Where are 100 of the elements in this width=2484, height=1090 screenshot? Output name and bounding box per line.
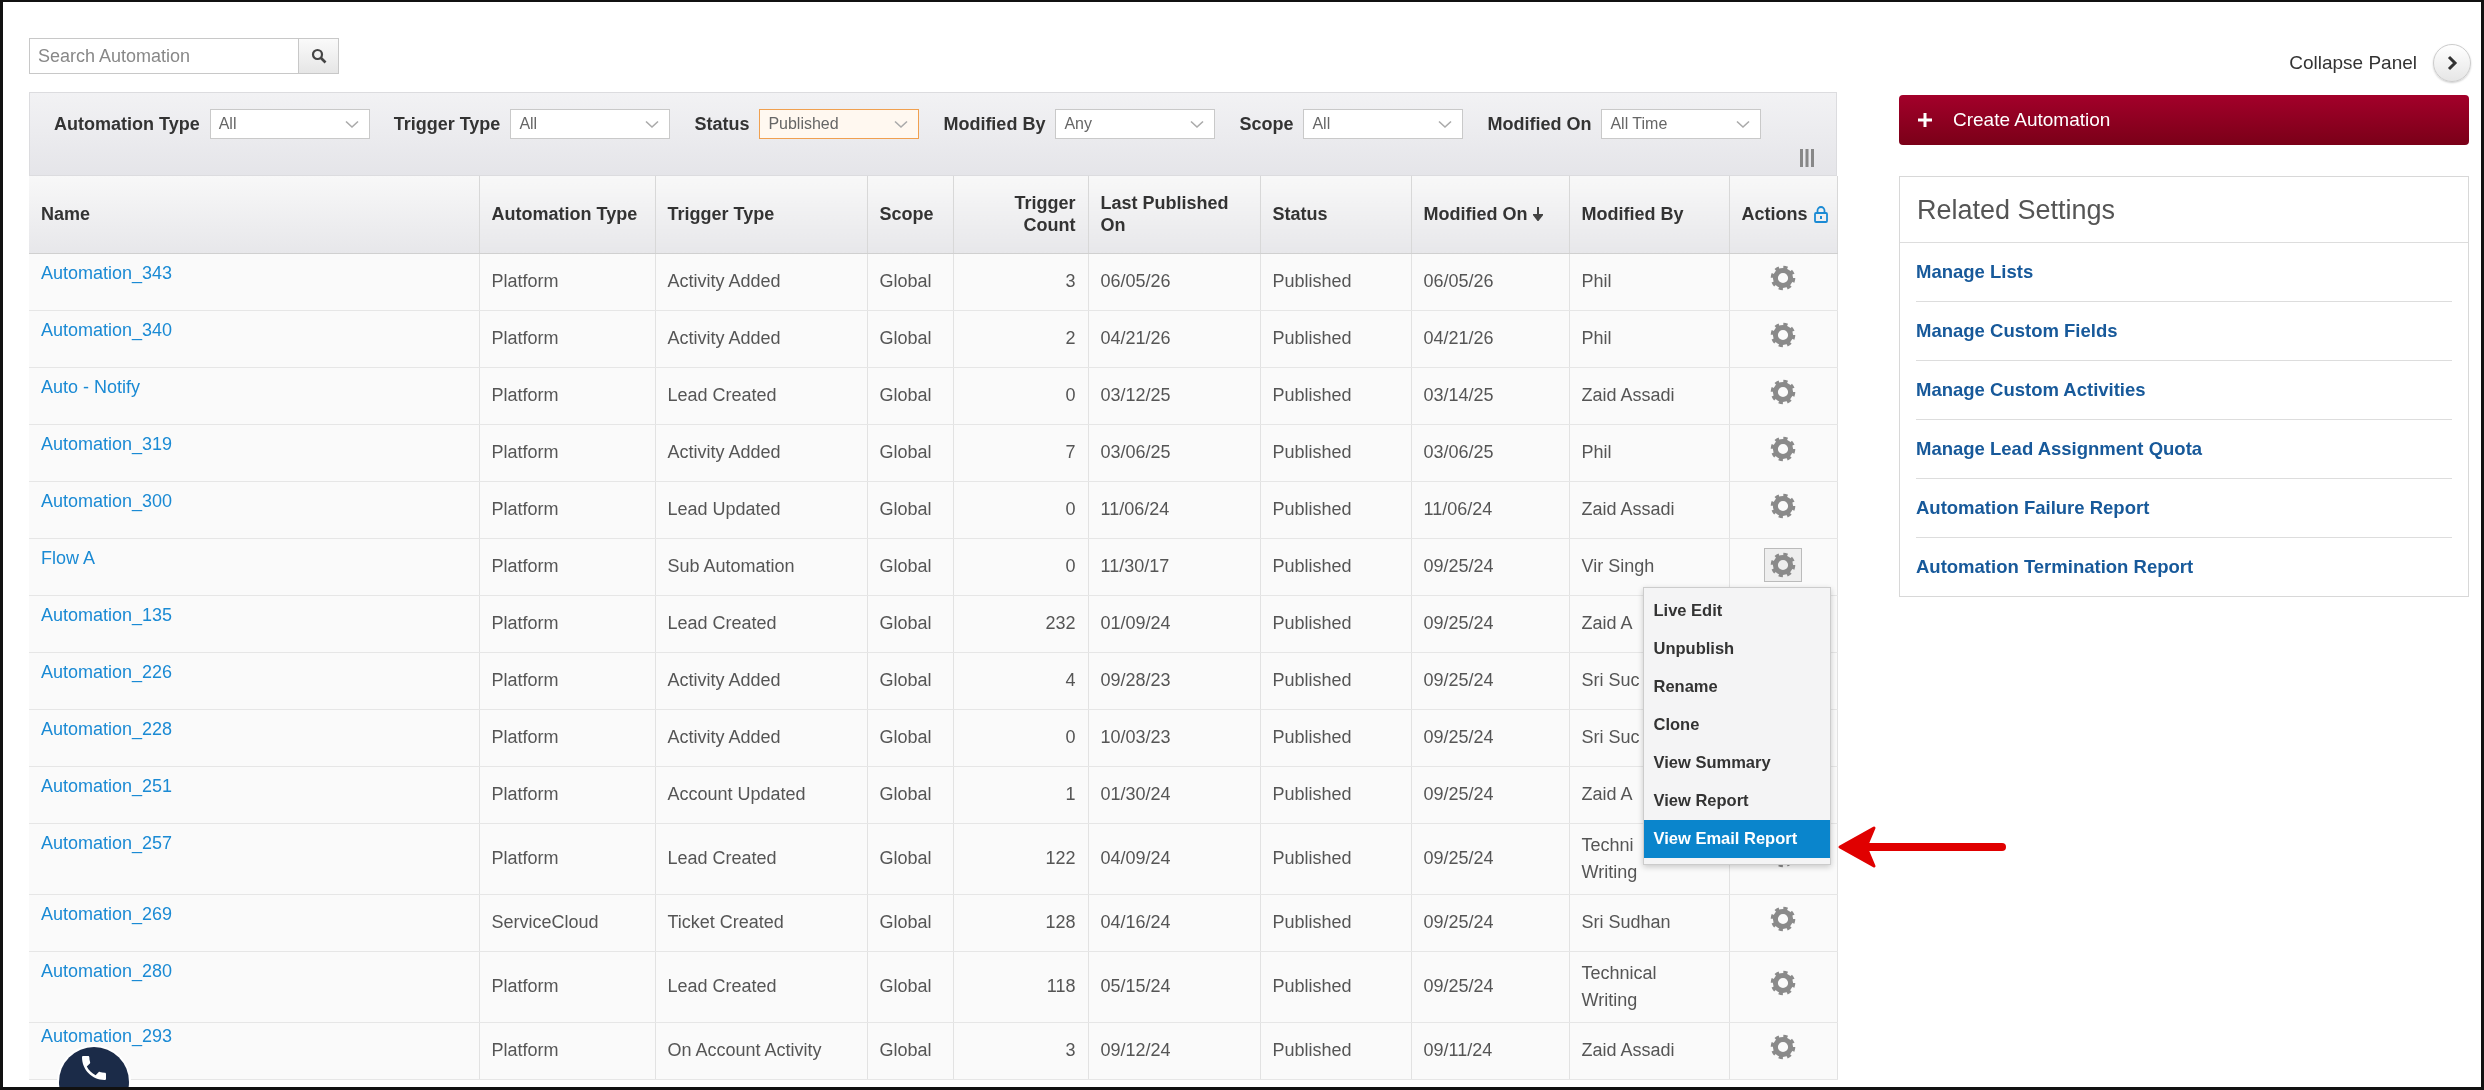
- table-cell: 04/21/26: [1411, 310, 1569, 367]
- table-cell: 03/14/25: [1411, 367, 1569, 424]
- table-cell: Platform: [479, 538, 655, 595]
- table-cell: Platform: [479, 652, 655, 709]
- table-cell: Global: [867, 823, 953, 894]
- table-cell: 122: [953, 823, 1088, 894]
- table-cell-text: Zaid A: [1581, 612, 1634, 636]
- table-cell: 0: [953, 481, 1088, 538]
- table-cell: 0: [953, 367, 1088, 424]
- table-cell: 06/05/26: [1088, 253, 1260, 310]
- header-label: Actions: [1741, 203, 1808, 226]
- table-cell: 3: [953, 1022, 1088, 1079]
- table-cell: 4: [953, 652, 1088, 709]
- table-cell-text: Sri Sudhan: [1581, 911, 1672, 935]
- table-cell: 01/09/24: [1088, 595, 1260, 652]
- collapse-panel-label: Collapse Panel: [2289, 52, 2417, 74]
- table-cell: Platform: [479, 253, 655, 310]
- dropdown-value: Published: [768, 115, 839, 133]
- table-cell-text: Zaid Assadi: [1581, 384, 1676, 408]
- table-cell: Platform: [479, 595, 655, 652]
- table-cell-text: Phil: [1581, 270, 1613, 294]
- table-cell: 0: [953, 709, 1088, 766]
- table-cell: 09/25/24: [1411, 709, 1569, 766]
- table-cell: Published: [1260, 894, 1411, 951]
- table-cell: 05/15/24: [1088, 951, 1260, 1022]
- table-cell: Published: [1260, 709, 1411, 766]
- table-cell: Platform: [479, 481, 655, 538]
- dropdown-value: All: [218, 115, 237, 133]
- table-cell: Activity Added: [655, 424, 867, 481]
- table-cell-text: Sri Suc: [1581, 726, 1641, 750]
- table-cell: Published: [1260, 367, 1411, 424]
- table-cell: 09/25/24: [1411, 823, 1569, 894]
- table-cell: Platform: [479, 709, 655, 766]
- table-cell: Published: [1260, 951, 1411, 1022]
- table-cell: 03/06/25: [1088, 424, 1260, 481]
- table-cell: Global: [867, 595, 953, 652]
- filter-label: Modified By: [943, 113, 1046, 135]
- table-cell: 03/12/25: [1088, 367, 1260, 424]
- table-cell: Activity Added: [655, 310, 867, 367]
- table-cell: Platform: [479, 367, 655, 424]
- table-cell: 128: [953, 894, 1088, 951]
- table-cell: Global: [867, 367, 953, 424]
- table-cell: Published: [1260, 424, 1411, 481]
- table-cell: Global: [867, 424, 953, 481]
- table-cell: Published: [1260, 595, 1411, 652]
- table-cell: 11/30/17: [1088, 538, 1260, 595]
- table-cell-text: Zaid Assadi: [1581, 498, 1676, 522]
- table-cell-text: Vir Singh: [1581, 555, 1656, 579]
- table-cell: 09/25/24: [1411, 766, 1569, 823]
- table-cell: 2: [953, 310, 1088, 367]
- table-cell: Published: [1260, 1022, 1411, 1079]
- table-cell: 01/30/24: [1088, 766, 1260, 823]
- table-cell: Lead Created: [655, 951, 867, 1022]
- table-cell: 0: [953, 538, 1088, 595]
- table-cell-text: Phil: [1581, 327, 1613, 351]
- table-cell: 04/16/24: [1088, 894, 1260, 951]
- table-cell: 09/28/23: [1088, 652, 1260, 709]
- table-cell-text: Phil: [1581, 441, 1613, 465]
- table-cell: 04/21/26: [1088, 310, 1260, 367]
- table-cell: 04/09/24: [1088, 823, 1260, 894]
- table-cell: Sub Automation: [655, 538, 867, 595]
- table-cell: Published: [1260, 766, 1411, 823]
- filter-label: Status: [694, 113, 750, 135]
- table-cell: 7: [953, 424, 1088, 481]
- dropdown-value: All: [519, 115, 538, 133]
- table-cell-text: Technical Writing: [1581, 961, 1658, 1012]
- table-cell: Activity Added: [655, 709, 867, 766]
- table-cell: 3: [953, 253, 1088, 310]
- table-cell: Global: [867, 766, 953, 823]
- table-cell-text: Sri Suc: [1581, 669, 1641, 693]
- table-cell: Global: [867, 253, 953, 310]
- table-cell: Published: [1260, 538, 1411, 595]
- table-cell: Global: [867, 310, 953, 367]
- table-cell: 232: [953, 595, 1088, 652]
- table-cell: Global: [867, 1022, 953, 1079]
- table-cell: 09/25/24: [1411, 951, 1569, 1022]
- table-cell: 11/06/24: [1088, 481, 1260, 538]
- dropdown-value: All: [1312, 115, 1331, 133]
- table-cell: Activity Added: [655, 253, 867, 310]
- table-cell: Published: [1260, 481, 1411, 538]
- table-cell: 10/03/23: [1088, 709, 1260, 766]
- table-cell: 09/25/24: [1411, 538, 1569, 595]
- table-cell: Platform: [479, 424, 655, 481]
- table-cell: ServiceCloud: [479, 894, 655, 951]
- header-label: Modified On: [1423, 203, 1528, 226]
- table-cell: Lead Updated: [655, 481, 867, 538]
- table-cell: Account Updated: [655, 766, 867, 823]
- table-cell: Global: [867, 709, 953, 766]
- table-cell: Ticket Created: [655, 894, 867, 951]
- table-cell: 1: [953, 766, 1088, 823]
- table-cell: 03/06/25: [1411, 424, 1569, 481]
- filter-label: Modified On: [1487, 113, 1592, 135]
- table-cell: 09/25/24: [1411, 894, 1569, 951]
- table-cell: Platform: [479, 1022, 655, 1079]
- table-cell: 11/06/24: [1411, 481, 1569, 538]
- table-cell: 06/05/26: [1411, 253, 1569, 310]
- table-cell: Platform: [479, 310, 655, 367]
- table-cell: Published: [1260, 652, 1411, 709]
- panel-title: Related Settings: [1900, 177, 2468, 243]
- filter-label: Automation Type: [54, 113, 200, 135]
